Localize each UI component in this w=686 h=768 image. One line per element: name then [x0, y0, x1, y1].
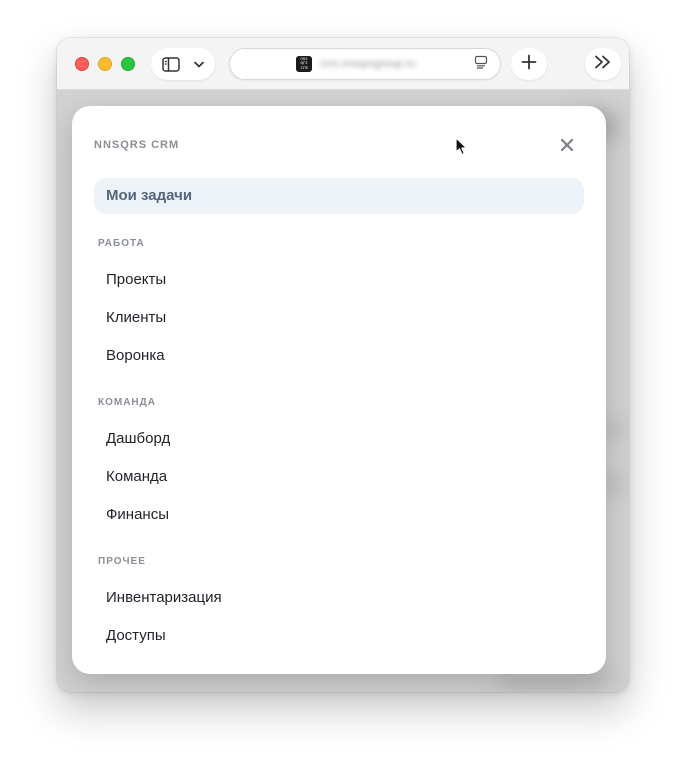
browser-toolbar: nns qrs crm crm.nnsqrsgroup.ru: [57, 38, 629, 90]
menu-item-dashboard[interactable]: Дашборд: [94, 423, 584, 455]
more-tabs-button[interactable]: [585, 48, 621, 80]
sidebar-icon: [162, 56, 180, 72]
new-tab-button[interactable]: [511, 48, 547, 80]
navigation-menu-panel: NNSQRS CRM Мои задачи РАБОТА Проекты Кли…: [72, 106, 606, 674]
menu-item-finance[interactable]: Финансы: [94, 499, 584, 531]
minimize-window-button[interactable]: [98, 57, 112, 71]
menu-item-access[interactable]: Доступы: [94, 620, 584, 652]
address-bar[interactable]: nns qrs crm crm.nnsqrsgroup.ru: [229, 48, 501, 80]
menu-item-projects[interactable]: Проекты: [94, 264, 584, 296]
section-label-work: РАБОТА: [98, 238, 145, 249]
mouse-pointer-icon: [455, 137, 468, 161]
double-chevron-right-icon: [594, 55, 612, 74]
close-menu-button[interactable]: [554, 134, 580, 160]
address-text[interactable]: crm.nnsqrsgroup.ru: [320, 58, 474, 70]
sidebar-toggle-button[interactable]: [151, 48, 215, 80]
plus-icon: [521, 54, 537, 75]
reader-icon[interactable]: [474, 55, 488, 74]
brand-label: NNSQRS CRM: [94, 139, 180, 151]
site-favicon-icon: nns qrs crm: [296, 56, 312, 72]
section-label-team: КОМАНДА: [98, 397, 157, 408]
close-icon: [560, 138, 574, 157]
zoom-window-button[interactable]: [121, 57, 135, 71]
menu-item-my-tasks[interactable]: Мои задачи: [94, 178, 584, 214]
menu-item-inventory[interactable]: Инвентаризация: [94, 582, 584, 614]
menu-item-funnel[interactable]: Воронка: [94, 340, 584, 372]
menu-item-team[interactable]: Команда: [94, 461, 584, 493]
close-window-button[interactable]: [75, 57, 89, 71]
browser-window: nns qrs crm crm.nnsqrsgroup.ru NNSQRS CR…: [57, 38, 629, 692]
menu-item-clients[interactable]: Клиенты: [94, 302, 584, 334]
section-label-other: ПРОЧЕЕ: [98, 556, 146, 567]
chevron-down-icon[interactable]: [194, 61, 204, 68]
